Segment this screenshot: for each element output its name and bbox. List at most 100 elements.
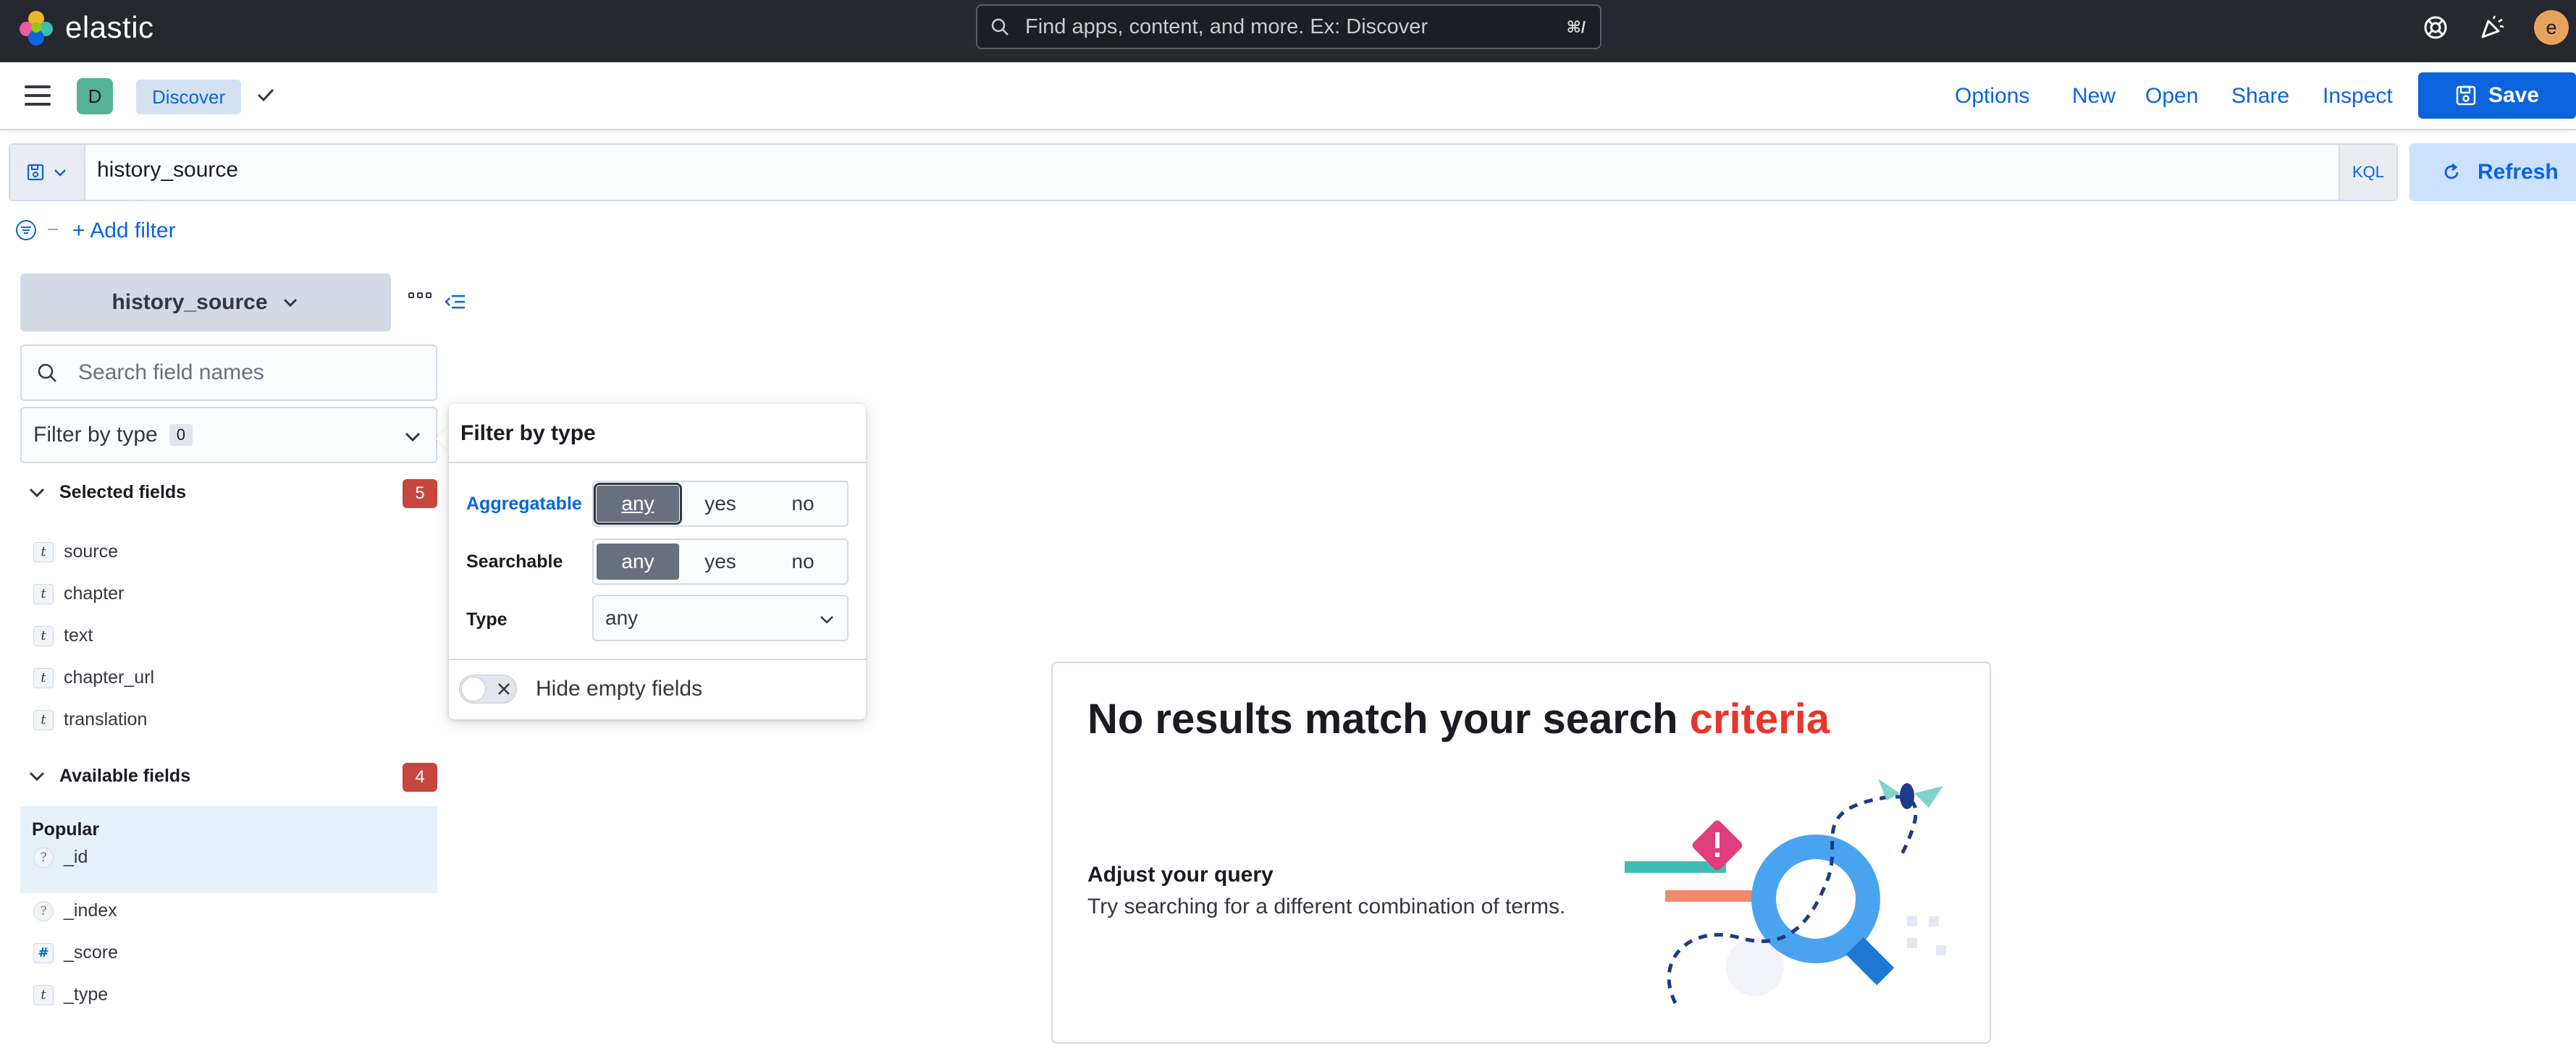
popular-label: Popular	[32, 819, 100, 840]
global-search-placeholder: Find apps, content, and more. Ex: Discov…	[1025, 14, 1428, 38]
field-item[interactable]: ? _id	[33, 847, 88, 868]
more-options-icon[interactable]	[408, 292, 432, 298]
inspect-link[interactable]: Inspect	[2323, 84, 2393, 109]
close-icon	[498, 683, 510, 695]
type-select[interactable]: any	[592, 595, 849, 641]
aggregatable-no-button[interactable]: no	[762, 486, 844, 522]
options-link[interactable]: Options	[1955, 84, 2029, 109]
query-language-toggle[interactable]: KQL	[2339, 145, 2396, 200]
field-item[interactable]: t source	[33, 541, 118, 562]
chevron-down-icon	[820, 616, 833, 624]
data-view-picker[interactable]: history_source	[20, 274, 391, 331]
chevron-down-icon	[405, 432, 421, 442]
field-item[interactable]: # _score	[33, 942, 118, 963]
brand-name: elastic	[65, 10, 154, 44]
aggregatable-button-group: any yes no	[592, 481, 849, 527]
field-item[interactable]: t chapter	[33, 583, 124, 604]
searchable-any-button[interactable]: any	[597, 544, 679, 580]
user-avatar[interactable]: e	[2534, 10, 2569, 45]
selected-fields-label: Selected fields	[59, 482, 187, 502]
field-name: _type	[64, 984, 109, 1005]
filter-separator	[48, 229, 58, 230]
news-feed-icon[interactable]	[2475, 10, 2509, 45]
add-filter-button[interactable]: + Add filter	[72, 219, 176, 243]
search-icon	[991, 18, 1009, 35]
searchable-label: Searchable	[466, 552, 563, 572]
app-toolbar: D Discover Options New Open Share Inspec…	[0, 62, 2576, 130]
popover-arrow	[436, 426, 449, 452]
selected-fields-count: 5	[403, 479, 437, 508]
available-fields-toggle[interactable]: Available fields	[28, 766, 190, 787]
filter-by-type-button[interactable]: Filter by type 0	[20, 407, 437, 463]
field-name: chapter	[64, 583, 125, 604]
chevron-down-icon	[29, 488, 45, 497]
string-type-icon: t	[33, 625, 54, 646]
field-item[interactable]: t text	[33, 625, 93, 646]
field-name: chapter_url	[64, 667, 155, 688]
new-link[interactable]: New	[2072, 84, 2116, 109]
chevron-down-icon	[54, 169, 66, 177]
global-header: elastic Find apps, content, and more. Ex…	[0, 0, 2576, 62]
aggregatable-any-button[interactable]: any	[594, 483, 682, 525]
field-search-input[interactable]: Search field names	[20, 345, 437, 401]
search-icon	[38, 363, 56, 382]
field-name: _score	[64, 942, 119, 963]
filter-by-type-popover: Filter by type Aggregatable any yes no S…	[449, 404, 866, 719]
string-type-icon: t	[33, 541, 54, 562]
refresh-button[interactable]: Refresh	[2409, 143, 2576, 201]
save-button[interactable]: Save	[2418, 72, 2576, 119]
open-link[interactable]: Open	[2145, 84, 2198, 109]
type-label: Type	[466, 609, 508, 630]
query-input[interactable]: history_source	[97, 158, 238, 182]
hide-empty-fields-switch[interactable]	[459, 675, 517, 703]
no-results-illustration	[1625, 779, 1946, 1005]
save-label: Save	[2488, 83, 2540, 107]
hide-empty-fields-label: Hide empty fields	[536, 677, 703, 701]
space-avatar[interactable]: D	[77, 78, 113, 114]
field-item[interactable]: t _type	[33, 984, 108, 1005]
available-fields-label: Available fields	[59, 766, 191, 786]
menu-toggle-icon[interactable]	[25, 85, 51, 107]
searchable-yes-button[interactable]: yes	[679, 544, 762, 580]
no-results-title-accent: criteria	[1689, 696, 1830, 743]
no-results-title-main: No results match your search	[1087, 696, 1690, 743]
field-name: translation	[64, 709, 148, 730]
selected-fields-toggle[interactable]: Selected fields	[28, 482, 186, 503]
field-item[interactable]: t chapter_url	[33, 667, 154, 688]
string-type-icon: t	[33, 984, 54, 1005]
aggregatable-yes-button[interactable]: yes	[679, 486, 762, 522]
number-type-icon: #	[33, 942, 54, 963]
filter-by-type-label: Filter by type	[33, 423, 158, 447]
data-view-name: history_source	[111, 290, 268, 314]
no-results-subtitle: Adjust your query	[1087, 863, 1274, 887]
popover-title: Filter by type	[460, 421, 596, 445]
saved-query-menu[interactable]	[10, 145, 85, 200]
refresh-label: Refresh	[2478, 160, 2559, 184]
searchable-no-button[interactable]: no	[762, 544, 844, 580]
help-icon[interactable]	[2418, 10, 2453, 45]
field-search-placeholder: Search field names	[78, 360, 264, 384]
collapse-sidebar-icon[interactable]	[443, 290, 468, 314]
field-item[interactable]: t translation	[33, 709, 147, 730]
switch-knob	[461, 677, 486, 701]
breadcrumb-discover[interactable]: Discover	[136, 80, 242, 114]
no-results-body: Try searching for a different combinatio…	[1087, 895, 1566, 918]
field-name: source	[64, 541, 119, 562]
searchable-button-group: any yes no	[592, 538, 849, 585]
unknown-type-icon: ?	[33, 847, 54, 868]
save-icon	[2456, 85, 2476, 106]
no-results-title: No results match your search criteria	[1087, 695, 1830, 743]
filter-icon[interactable]	[14, 219, 38, 242]
elastic-logo-icon	[20, 11, 53, 46]
field-item[interactable]: ? _index	[33, 900, 117, 921]
refresh-icon	[2444, 163, 2459, 179]
elastic-logo[interactable]: elastic	[17, 9, 154, 46]
unknown-type-icon: ?	[33, 900, 54, 921]
global-search-input[interactable]: Find apps, content, and more. Ex: Discov…	[976, 4, 1601, 49]
divider	[449, 659, 866, 660]
query-bar: history_source KQL	[9, 143, 2398, 201]
filter-count-badge: 0	[169, 424, 193, 446]
type-select-value: any	[605, 607, 639, 629]
share-link[interactable]: Share	[2231, 84, 2289, 109]
field-name: _id	[64, 847, 88, 867]
